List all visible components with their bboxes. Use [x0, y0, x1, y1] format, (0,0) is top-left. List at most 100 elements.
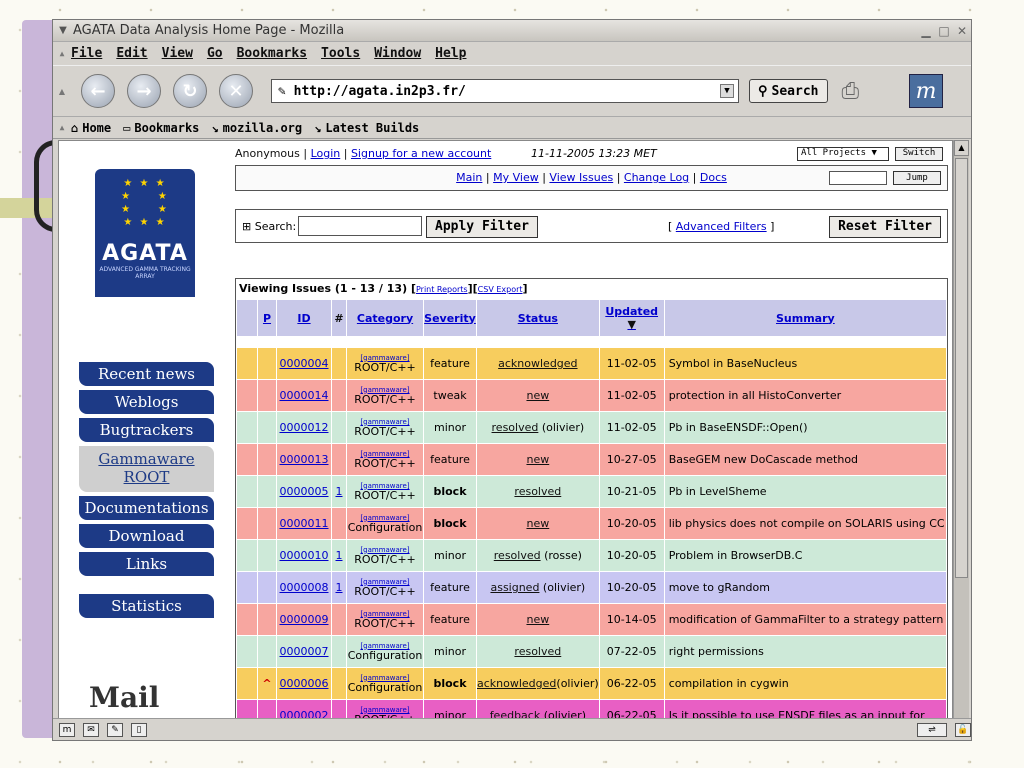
nav-weblogs[interactable]: Weblogs: [79, 390, 214, 414]
back-button[interactable]: ←: [81, 74, 115, 108]
status-link[interactable]: resolved: [494, 549, 541, 562]
vertical-scrollbar[interactable]: ▲: [953, 140, 969, 719]
jump-button[interactable]: Jump: [893, 171, 941, 185]
severity-cell: tweak: [424, 380, 476, 411]
menu-view[interactable]: View: [162, 46, 193, 61]
menu-window[interactable]: Window: [374, 46, 421, 61]
print-icon[interactable]: ⎙: [842, 79, 860, 104]
status-link[interactable]: acknowledged: [477, 677, 556, 690]
bookmarks-link[interactable]: ▭ Bookmarks: [123, 121, 199, 135]
reset-filter-button[interactable]: Reset Filter: [829, 216, 941, 238]
issue-id-link[interactable]: 0000008: [280, 581, 329, 594]
search-button[interactable]: ⚲ Search: [749, 79, 828, 103]
issue-id-link[interactable]: 0000011: [280, 517, 329, 530]
issue-id-link[interactable]: 0000014: [280, 389, 329, 402]
switch-button[interactable]: Switch: [895, 147, 943, 161]
signup-link[interactable]: Signup for a new account: [351, 147, 491, 160]
status-link[interactable]: new: [526, 389, 549, 402]
issue-id-link[interactable]: 0000007: [280, 645, 329, 658]
mozilla-org-link[interactable]: ↘ mozilla.org: [211, 121, 302, 135]
scroll-thumb[interactable]: [955, 158, 968, 578]
reload-button[interactable]: ↻: [173, 74, 207, 108]
status-link[interactable]: resolved: [492, 421, 539, 434]
advanced-filters-link[interactable]: Advanced Filters: [676, 220, 767, 233]
csv-export-link[interactable]: CSV Export: [478, 285, 523, 294]
status-link[interactable]: new: [526, 613, 549, 626]
menu-tools[interactable]: Tools: [321, 46, 360, 61]
notes-count-link[interactable]: 1: [336, 485, 343, 498]
menu-edit[interactable]: Edit: [116, 46, 147, 61]
nav-statistics[interactable]: Statistics: [79, 594, 214, 618]
col-summary[interactable]: Summary: [664, 300, 946, 336]
severity-cell: minor: [424, 540, 476, 571]
menu-my-view-link[interactable]: My View: [493, 171, 539, 184]
project-select[interactable]: All Projects ▼: [797, 147, 889, 161]
menu-bookmarks[interactable]: Bookmarks: [237, 46, 307, 61]
status-link[interactable]: new: [526, 453, 549, 466]
login-link[interactable]: Login: [311, 147, 341, 160]
mail-logo[interactable]: Mail: [89, 681, 159, 714]
scroll-up-icon[interactable]: ▲: [954, 140, 969, 156]
filter-search-input[interactable]: [298, 216, 422, 236]
maximize-icon[interactable]: □: [935, 24, 953, 38]
col-status[interactable]: Status: [477, 300, 599, 336]
status-link[interactable]: new: [526, 517, 549, 530]
stop-button[interactable]: ✕: [219, 74, 253, 108]
col-severity[interactable]: Severity: [424, 300, 476, 336]
close-icon[interactable]: ✕: [953, 24, 971, 38]
nav-gammaware-root[interactable]: Gammaware ROOT: [79, 446, 214, 492]
forward-button[interactable]: →: [127, 74, 161, 108]
jump-input[interactable]: [829, 171, 887, 185]
url-dropdown-icon[interactable]: ▼: [720, 84, 734, 98]
apply-filter-button[interactable]: Apply Filter: [426, 216, 538, 238]
issue-id-link[interactable]: 0000005: [280, 485, 329, 498]
navigator-icon[interactable]: m: [59, 722, 75, 737]
status-link[interactable]: acknowledged: [498, 357, 577, 370]
url-bar[interactable]: ✎ http://agata.in2p3.fr/ ▼: [271, 79, 739, 103]
status-link[interactable]: assigned: [490, 581, 539, 594]
print-reports-link[interactable]: Print Reports: [416, 285, 468, 294]
col-id[interactable]: ID: [277, 300, 331, 336]
col-category[interactable]: Category: [347, 300, 423, 336]
menu-file[interactable]: File: [71, 46, 102, 61]
nav-recent-news[interactable]: Recent news: [79, 362, 214, 386]
agata-logo[interactable]: ★ ★ ★ ★ ★ ★ ★ ★ ★ ★ AGATA ADVANCED GAMMA TR…: [95, 169, 195, 297]
menu-go[interactable]: Go: [207, 46, 223, 61]
menu-view-issues-link[interactable]: View Issues: [549, 171, 613, 184]
issue-id-link[interactable]: 0000006: [280, 677, 329, 690]
toolbar-grip-icon[interactable]: ▲: [53, 117, 71, 138]
mozilla-throbber-icon[interactable]: m: [909, 74, 944, 108]
issue-id-link[interactable]: 0000013: [280, 453, 329, 466]
issue-id-link[interactable]: 0000012: [280, 421, 329, 434]
address-book-icon[interactable]: ▯: [131, 722, 147, 737]
col-updated[interactable]: Updated ▼: [599, 300, 664, 336]
mail-icon[interactable]: ✉: [83, 722, 99, 737]
nav-documentations[interactable]: Documentations: [79, 496, 214, 520]
online-status-icon[interactable]: ⇌: [917, 722, 947, 737]
menu-help[interactable]: Help: [435, 46, 466, 61]
expand-icon[interactable]: ⊞: [242, 220, 251, 233]
issue-id-link[interactable]: 0000004: [280, 357, 329, 370]
menu-docs-link[interactable]: Docs: [700, 171, 727, 184]
nav-links[interactable]: Links: [79, 552, 214, 576]
status-link[interactable]: resolved: [514, 485, 561, 498]
nav-download[interactable]: Download: [79, 524, 214, 548]
status-link[interactable]: resolved: [514, 645, 561, 658]
notes-count-link[interactable]: 1: [336, 581, 343, 594]
menu-change-log-link[interactable]: Change Log: [624, 171, 689, 184]
toolbar-grip-icon[interactable]: ▲: [53, 66, 71, 116]
home-link[interactable]: ⌂ Home: [71, 121, 111, 135]
notes-count-link[interactable]: 1: [336, 549, 343, 562]
nav-bugtrackers[interactable]: Bugtrackers: [79, 418, 214, 442]
window-menu-icon[interactable]: ▼: [53, 25, 73, 36]
handler-name: (olivier): [539, 581, 586, 594]
latest-builds-link[interactable]: ↘ Latest Builds: [314, 121, 419, 135]
issue-id-link[interactable]: 0000009: [280, 613, 329, 626]
category-name: Configuration: [347, 520, 423, 534]
menu-main-link[interactable]: Main: [456, 171, 482, 184]
minimize-icon[interactable]: ▁: [917, 24, 935, 38]
issue-id-link[interactable]: 0000010: [280, 549, 329, 562]
composer-icon[interactable]: ✎: [107, 722, 123, 737]
toolbar-grip-icon[interactable]: ▲: [53, 42, 71, 64]
col-priority[interactable]: P: [258, 300, 276, 336]
